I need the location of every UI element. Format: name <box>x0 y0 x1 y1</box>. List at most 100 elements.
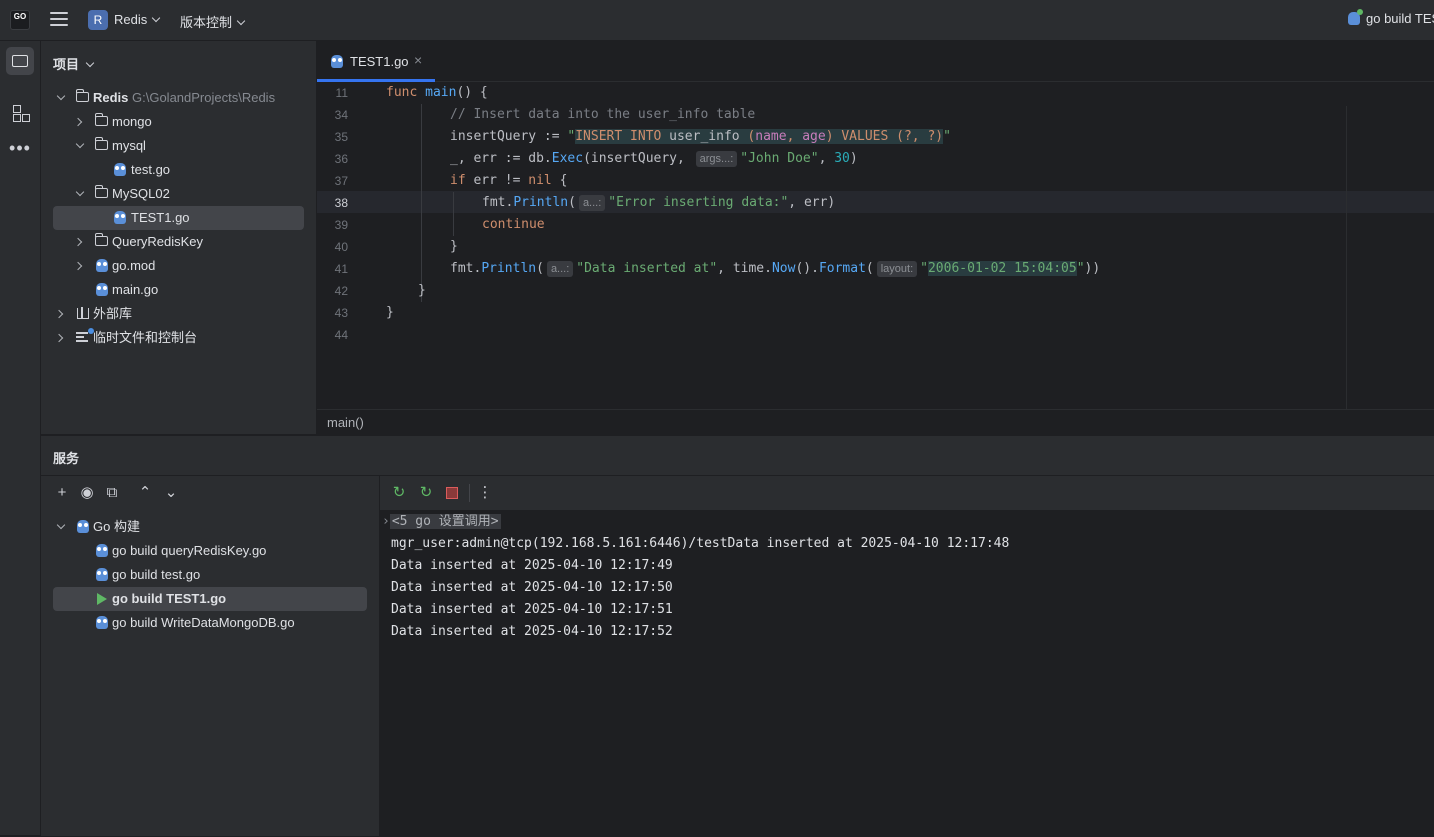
vcs-menu[interactable]: 版本控制 <box>180 12 246 31</box>
console-line: Data inserted at 2025-04-10 12:17:51 <box>391 602 673 617</box>
line-number: 37 <box>334 174 348 188</box>
tree-row-test-go[interactable]: test.go <box>53 158 303 182</box>
tree-item-label: TEST1.go <box>131 210 190 225</box>
tree-row-mongo[interactable]: mongo <box>53 110 303 134</box>
collapse-all-icon[interactable]: ⌄ <box>162 484 180 502</box>
folder-icon <box>95 233 108 246</box>
tree-item-label: mongo <box>112 114 152 129</box>
folded-calls[interactable]: <5 go 设置调用> <box>389 514 501 529</box>
line-number: 42 <box>334 284 348 298</box>
service-item[interactable]: go build test.go <box>53 563 367 587</box>
service-group-label: Go 构建 <box>93 519 140 534</box>
folder-icon <box>95 137 108 150</box>
expand-arrow-icon[interactable] <box>75 187 85 197</box>
new-group-icon[interactable]: ⧉ <box>103 484 121 502</box>
tree-row-test1-go[interactable]: TEST1.go <box>53 206 304 230</box>
expand-arrow-icon[interactable] <box>54 333 64 343</box>
parameter-hint: args...: <box>695 151 738 167</box>
expand-arrow-icon[interactable] <box>73 117 83 127</box>
tree-item-label: mysql <box>112 138 146 153</box>
stop-icon[interactable] <box>446 487 458 499</box>
library-icon <box>77 307 89 319</box>
breadcrumb-item[interactable]: main() <box>327 415 364 430</box>
tree-item-label: 外部库 <box>93 306 133 321</box>
close-icon[interactable]: × <box>414 52 422 68</box>
console-folded-line[interactable]: › <5 go 设置调用> <box>382 511 501 533</box>
tree-row-main-go[interactable]: main.go <box>53 278 303 302</box>
line-number: 40 <box>334 240 348 254</box>
project-badge[interactable]: R <box>88 10 108 30</box>
right-margin-guide <box>1346 106 1347 409</box>
goland-logo-icon[interactable]: GO <box>10 10 30 30</box>
service-item-label: go build TEST1.go <box>112 591 227 606</box>
folder-icon <box>76 89 89 102</box>
tree-row-scratches[interactable]: 临时文件和控制台 <box>53 326 303 350</box>
line-number: 36 <box>334 152 348 166</box>
editor-tabs: TEST1.go × <box>317 41 1434 82</box>
service-group-go-build[interactable]: Go 构建 <box>53 515 367 539</box>
tree-row-root[interactable]: Redis G:\GolandProjects\Redis <box>53 86 303 110</box>
expand-arrow-icon[interactable] <box>73 237 83 247</box>
go-build-icon <box>77 520 89 533</box>
project-tool-button[interactable] <box>6 47 34 75</box>
go-build-icon <box>96 568 108 581</box>
parameter-hint: a...: <box>546 261 574 277</box>
go-file-icon <box>114 163 126 176</box>
structure-tool-button[interactable] <box>6 98 34 126</box>
rerun-failed-icon[interactable]: ↻ <box>417 484 435 502</box>
project-panel-header[interactable]: 项目 <box>53 54 95 73</box>
tree-row-mysql02[interactable]: MySQL02 <box>53 182 303 206</box>
console-line: mgr_user:admin@tcp(192.168.5.161:6446)/t… <box>391 536 1010 551</box>
service-item-label: go build queryRedisKey.go <box>112 543 267 558</box>
console-line: Data inserted at 2025-04-10 12:17:49 <box>391 558 673 573</box>
main-menu-icon[interactable] <box>50 12 68 28</box>
code-line-34: // Insert data into the user_info table <box>450 107 756 122</box>
services-tree: + ◉ ⧉ ⌃ ⌄ Go 构建 go build queryRedisKey.g… <box>41 475 380 837</box>
service-item[interactable]: go build queryRedisKey.go <box>53 539 367 563</box>
eye-icon[interactable]: ◉ <box>78 484 96 502</box>
line-number-gutter: 11 34 35 36 37 38 39 40 41 42 43 44 <box>317 82 383 409</box>
structure-icon-part <box>22 114 30 122</box>
tree-row-queryrediskey[interactable]: QueryRedisKey <box>53 230 303 254</box>
code-line-42: } <box>418 283 426 298</box>
go-file-icon <box>114 211 126 224</box>
code-line-37: if err != nil { <box>450 173 568 188</box>
service-item-selected[interactable]: go build TEST1.go <box>53 587 367 611</box>
tree-row-external-libs[interactable]: 外部库 <box>53 302 303 326</box>
expand-arrow-icon[interactable] <box>73 261 83 271</box>
expand-arrow-icon[interactable] <box>56 520 66 530</box>
code-area[interactable]: func main() { // Insert data into the us… <box>383 82 1434 409</box>
expand-arrow-icon[interactable] <box>56 91 66 101</box>
expand-arrow-icon[interactable] <box>75 139 85 149</box>
more-tools-icon[interactable]: ••• <box>6 138 34 166</box>
add-icon[interactable]: + <box>53 484 71 502</box>
service-item-label: go build WriteDataMongoDB.go <box>112 615 295 630</box>
more-options-icon[interactable]: ⋮ <box>476 484 494 502</box>
code-line-40: } <box>450 239 458 254</box>
tree-row-mysql[interactable]: mysql <box>53 134 303 158</box>
line-number: 41 <box>334 262 348 276</box>
folder-icon <box>95 185 108 198</box>
go-build-icon <box>96 544 108 557</box>
code-line-36: _, err := db.Exec(insertQuery, args...: "… <box>450 151 858 167</box>
code-line-38: fmt.Println(a...: "Error inserting data:"… <box>482 195 836 211</box>
project-panel-title: 项目 <box>53 57 80 72</box>
project-switcher[interactable]: Redis <box>114 12 161 27</box>
folder-icon <box>12 55 28 67</box>
scratch-icon <box>76 328 94 342</box>
rerun-icon[interactable]: ↻ <box>390 484 408 502</box>
tab-test1-go[interactable]: TEST1.go × <box>317 41 435 82</box>
line-number: 39 <box>334 218 348 232</box>
console: ↻ ↻ ⋮ › <5 go 设置调用> mgr_user:admin@tcp(19… <box>380 475 1434 837</box>
folder-icon <box>95 113 108 126</box>
running-icon <box>97 593 107 605</box>
line-number: 43 <box>334 306 348 320</box>
expand-arrow-icon[interactable] <box>54 309 64 319</box>
line-number-current: 38 <box>334 196 348 210</box>
editor: TEST1.go × 11 34 35 36 37 38 39 40 41 42… <box>317 41 1434 434</box>
expand-all-icon[interactable]: ⌃ <box>136 484 154 502</box>
code-line-41: fmt.Println(a...: "Data inserted at", tim… <box>450 261 1101 277</box>
service-item[interactable]: go build WriteDataMongoDB.go <box>53 611 367 635</box>
tree-row-go-mod[interactable]: go.mod <box>53 254 303 278</box>
run-configuration-selector[interactable]: go build TEST1.go <box>1348 9 1434 26</box>
